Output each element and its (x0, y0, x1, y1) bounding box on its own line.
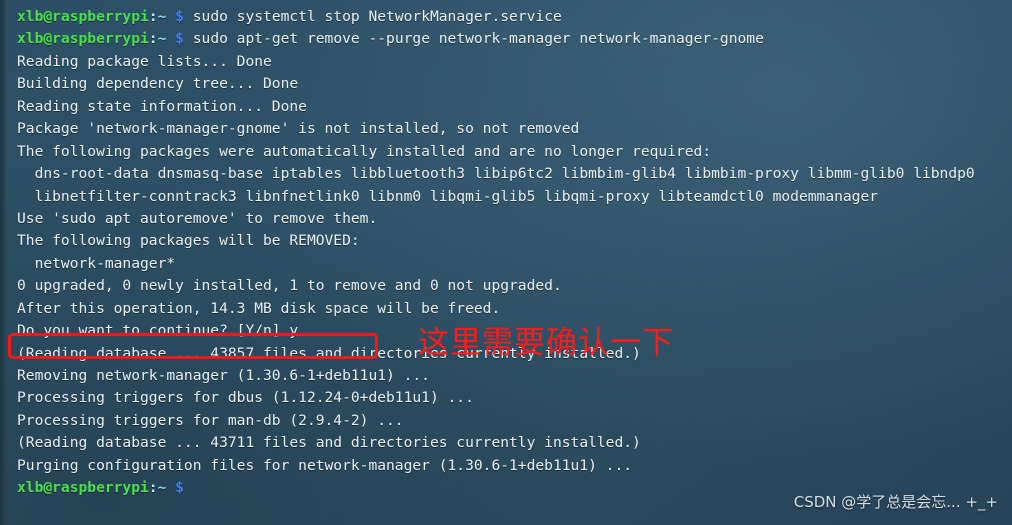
prompt-user-host: xlb@raspberrypi (17, 8, 149, 25)
terminal-output-line: The following packages will be REMOVED: (0, 230, 1012, 252)
output-text: The following packages will be REMOVED: (17, 232, 360, 250)
terminal-prompt-line: xlb@raspberrypi:~ $ sudo systemctl stop … (0, 6, 1012, 28)
prompt-separator: : (148, 30, 158, 48)
terminal-output-line: Reading package lists... Done (0, 51, 1012, 73)
output-text: (Reading database ... 43711 files and di… (17, 434, 641, 452)
csdn-watermark: CSDN @学了总是会忘... +_+ (793, 493, 998, 511)
prompt-user-host: xlb@raspberrypi (17, 30, 149, 48)
output-text: The following packages were automaticall… (17, 142, 712, 160)
terminal-output-line: The following packages were automaticall… (0, 141, 1012, 163)
terminal-output-line: After this operation, 14.3 MB disk space… (0, 298, 1012, 320)
terminal-window: xlb@raspberrypi:~ $ sudo systemctl stop … (0, 0, 1012, 525)
terminal-output-line: network-manager* (0, 253, 1012, 275)
prompt-symbol: $ (166, 8, 184, 25)
terminal-output-line: 0 upgraded, 0 newly installed, 1 to remo… (0, 275, 1012, 297)
terminal-output-line: Reading state information... Done (0, 96, 1012, 118)
output-text: libnetfilter-conntrack3 libnfnetlink0 li… (17, 187, 879, 205)
prompt-separator: : (148, 8, 158, 25)
output-text: Package 'network-manager-gnome' is not i… (17, 120, 580, 138)
output-text: Reading package lists... Done (17, 52, 272, 70)
terminal-output-line: (Reading database ... 43711 files and di… (0, 432, 1012, 454)
confirm-annotation-label: 这里需要确认一下 (418, 325, 674, 361)
terminal-output-area[interactable]: xlb@raspberrypi:~ $ sudo systemctl stop … (0, 0, 1012, 525)
output-text: Do you want to continue? [Y/n] y (17, 322, 299, 340)
terminal-output-line: Use 'sudo apt autoremove' to remove them… (0, 208, 1012, 230)
output-text: Use 'sudo apt autoremove' to remove them… (17, 209, 378, 227)
prompt-symbol: $ (166, 479, 184, 497)
output-text: network-manager* (17, 254, 176, 272)
prompt-command-text: sudo systemctl stop NetworkManager.servi… (183, 8, 562, 25)
output-text: Purging configuration files for network-… (17, 456, 633, 474)
prompt-symbol: $ (166, 30, 184, 48)
output-text: Reading state information... Done (17, 97, 307, 115)
output-text: After this operation, 14.3 MB disk space… (17, 299, 501, 317)
terminal-output-line: Building dependency tree... Done (0, 73, 1012, 95)
prompt-user-host: xlb@raspberrypi (17, 479, 149, 497)
terminal-prompt-line: xlb@raspberrypi:~ $ sudo apt-get remove … (0, 28, 1012, 50)
output-text: Processing triggers for dbus (1.12.24-0+… (17, 389, 474, 407)
terminal-output-line: Package 'network-manager-gnome' is not i… (0, 118, 1012, 140)
terminal-output-line: dns-root-data dnsmasq-base iptables libb… (0, 163, 1012, 185)
prompt-separator: : (148, 479, 158, 497)
terminal-output-line: Processing triggers for dbus (1.12.24-0+… (0, 387, 1012, 409)
terminal-output-line: Purging configuration files for network-… (0, 455, 1012, 477)
terminal-output-line: libnetfilter-conntrack3 libnfnetlink0 li… (0, 186, 1012, 208)
output-text: Building dependency tree... Done (17, 75, 299, 93)
output-text: dns-root-data dnsmasq-base iptables libb… (17, 165, 975, 183)
output-text: Processing triggers for man-db (2.9.4-2)… (17, 411, 404, 429)
output-text: Removing network-manager (1.30.6-1+deb11… (17, 367, 430, 384)
prompt-command-text: sudo apt-get remove --purge network-mana… (183, 30, 764, 48)
output-text: 0 upgraded, 0 newly installed, 1 to remo… (17, 277, 562, 295)
terminal-output-line: Removing network-manager (1.30.6-1+deb11… (0, 365, 1012, 387)
terminal-output-line: Processing triggers for man-db (2.9.4-2)… (0, 410, 1012, 432)
